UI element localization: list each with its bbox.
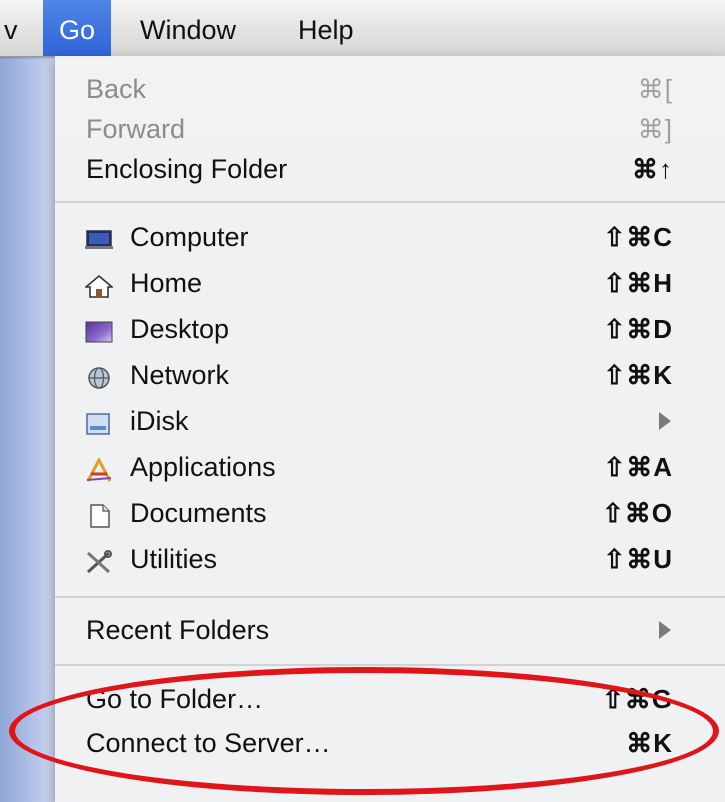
- menu-item-connect-to-server[interactable]: Connect to Server… ⌘K: [55, 722, 725, 768]
- menu-item-computer[interactable]: Computer ⇧⌘C: [55, 216, 725, 262]
- menu-item-label: Go to Folder…: [86, 684, 264, 714]
- computer-icon: [85, 230, 113, 249]
- desktop-background: [0, 0, 55, 802]
- menu-item-shortcut: ⌘↑: [632, 154, 673, 184]
- menu-item-shortcut: ⇧⌘O: [601, 498, 673, 528]
- menu-item-shortcut: ⇧⌘G: [601, 684, 673, 714]
- submenu-arrow-icon: [659, 621, 671, 639]
- menu-item-shortcut: ⇧⌘A: [603, 452, 673, 482]
- menu-item-label: Computer: [130, 222, 249, 252]
- menu-separator: [55, 664, 725, 666]
- menu-item-shortcut: ⇧⌘U: [603, 544, 673, 574]
- menu-separator: [55, 596, 725, 598]
- menu-item-shortcut: ⌘[: [637, 74, 673, 104]
- menu-item-shortcut: ⇧⌘H: [603, 268, 673, 298]
- menu-item-utilities[interactable]: Utilities ⇧⌘U: [55, 538, 725, 584]
- menu-item-home[interactable]: Home ⇧⌘H: [55, 262, 725, 308]
- menu-item-label: Network: [130, 360, 230, 390]
- menu-item-label: Connect to Server…: [86, 728, 331, 758]
- menu-bar-item-go[interactable]: Go: [43, 0, 112, 56]
- menu-separator: [55, 201, 725, 203]
- submenu-arrow-icon: [659, 412, 671, 430]
- applications-icon: [86, 458, 112, 482]
- menu-item-idisk[interactable]: iDisk: [55, 400, 725, 446]
- menu-item-applications[interactable]: Applications ⇧⌘A: [55, 446, 725, 492]
- menu-item-label: Desktop: [130, 314, 230, 344]
- menu-item-go-to-folder[interactable]: Go to Folder… ⇧⌘G: [55, 678, 725, 724]
- menu-item-label: Forward: [86, 114, 186, 144]
- utilities-icon: [86, 550, 112, 574]
- menu-item-label: iDisk: [130, 406, 189, 436]
- documents-icon: [90, 504, 110, 528]
- menu-bar: v Go Window Help: [0, 0, 725, 57]
- menu-bar-item-help[interactable]: Help: [298, 0, 354, 56]
- idisk-icon: [86, 413, 110, 435]
- menu-item-shortcut: ⌘K: [626, 728, 673, 758]
- menu-item-label: Home: [130, 268, 203, 298]
- home-icon: [85, 274, 113, 298]
- go-menu: Back ⌘[ Forward ⌘] Enclosing Folder ⌘↑ C…: [55, 56, 725, 802]
- menu-item-label: Recent Folders: [86, 615, 270, 645]
- network-icon: [88, 367, 110, 389]
- menu-item-enclosing-folder[interactable]: Enclosing Folder ⌘↑: [55, 148, 725, 194]
- menu-item-documents[interactable]: Documents ⇧⌘O: [55, 492, 725, 538]
- menu-item-network[interactable]: Network ⇧⌘K: [55, 354, 725, 400]
- menu-item-label: Back: [86, 74, 147, 104]
- menu-item-label: Utilities: [130, 544, 218, 574]
- menu-item-desktop[interactable]: Desktop ⇧⌘D: [55, 308, 725, 354]
- desktop-icon: [85, 321, 113, 343]
- menu-item-recent-folders[interactable]: Recent Folders: [55, 609, 725, 655]
- menu-item-label: Documents: [130, 498, 267, 528]
- menu-item-shortcut: ⇧⌘K: [603, 360, 673, 390]
- menu-item-shortcut: ⌘]: [637, 114, 673, 144]
- menu-item-label: Applications: [130, 452, 276, 482]
- menu-item-shortcut: ⇧⌘C: [603, 222, 673, 252]
- menu-bar-item-partial[interactable]: v: [4, 0, 18, 56]
- menu-item-label: Enclosing Folder: [86, 154, 288, 184]
- menu-bar-item-window[interactable]: Window: [140, 0, 236, 56]
- menu-item-shortcut: ⇧⌘D: [603, 314, 673, 344]
